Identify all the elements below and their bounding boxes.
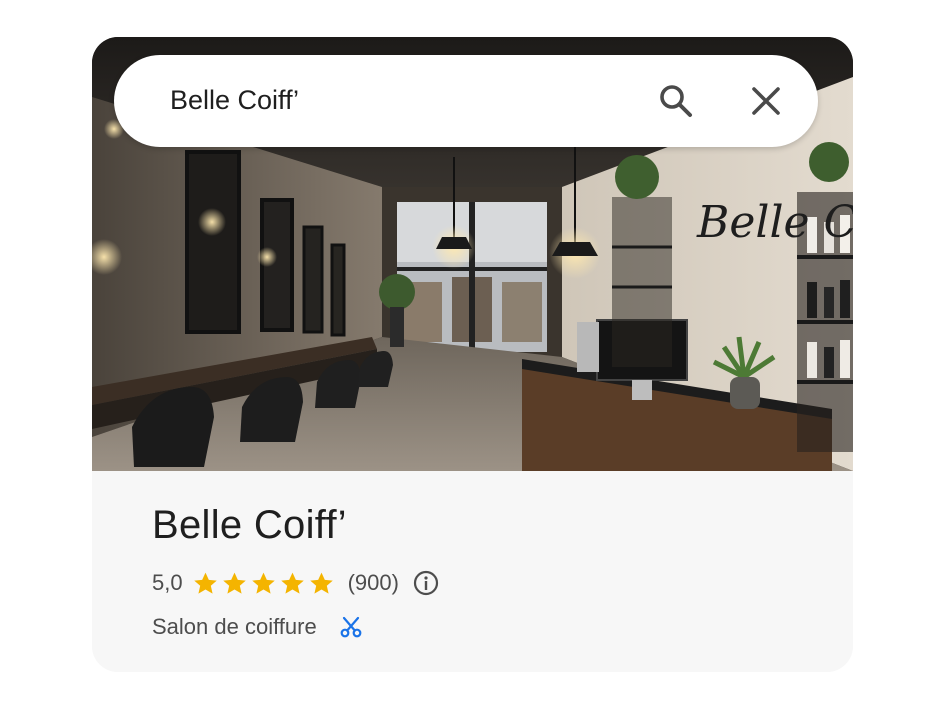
rating-value: 5,0 [152,570,183,595]
close-button[interactable] [742,77,790,125]
info-icon[interactable] [413,570,439,596]
star-icon [251,572,275,594]
place-name[interactable]: Belle Coiff’ [152,503,347,548]
rating-row[interactable]: 5,0 (900) [152,567,439,599]
star-icon [280,572,304,594]
search-icon [660,85,692,117]
star-rating [193,571,334,596]
salon-photo[interactable]: Belle Coiff’ Belle Coiff’ [92,37,853,471]
close-icon [752,87,780,115]
search-button[interactable] [652,77,700,125]
search-bar[interactable]: Belle Coiff’ [114,55,818,147]
star-icon [222,572,246,594]
star-icon [309,572,333,594]
wall-sign-text: Belle Coiff’ [696,197,853,248]
category-row: Salon de coiffure [152,611,363,643]
star-icon [193,572,217,594]
place-info-panel: Belle Coiff’ 5,0 (900) Salon de coiffure [92,471,853,672]
place-category: Salon de coiffure [152,614,317,639]
scissors-icon [340,616,362,638]
review-count[interactable]: (900) [348,570,399,596]
search-input[interactable]: Belle Coiff’ [170,85,299,116]
place-card: Belle Coiff’ Belle Coiff’ [92,37,853,672]
